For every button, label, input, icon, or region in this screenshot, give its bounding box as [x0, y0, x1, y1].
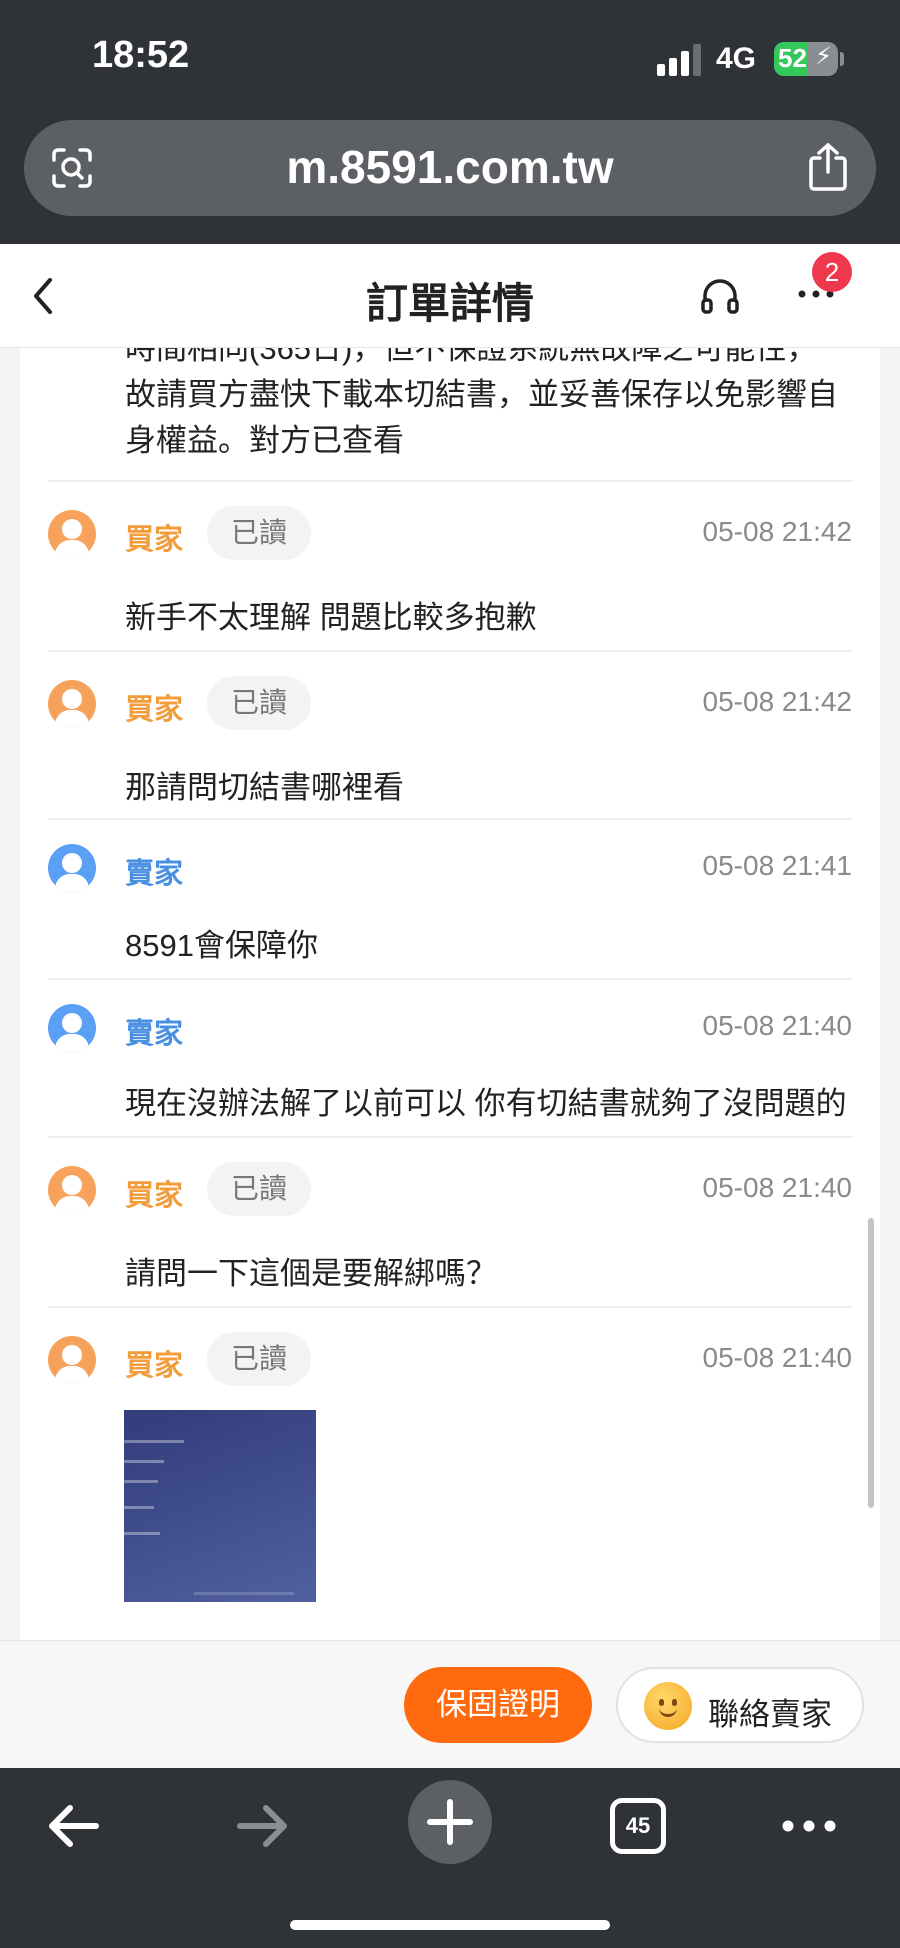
divider — [48, 480, 852, 482]
message-time: 05-08 21:42 — [702, 516, 852, 547]
signal-icon — [657, 44, 703, 76]
browser-toolbar: 45 — [0, 1768, 900, 1948]
avatar — [48, 510, 96, 558]
message-text: 那請問切結書哪裡看 — [125, 770, 404, 805]
browser-chrome: 18:52 4G 52 ⚡ m.8591.com.tw — [0, 0, 900, 244]
status-time: 18:52 — [92, 34, 190, 76]
divider — [48, 818, 852, 820]
new-tab-button[interactable] — [408, 1780, 492, 1864]
arrow-right-icon[interactable] — [232, 1796, 292, 1856]
message-time: 05-08 21:42 — [702, 686, 852, 717]
contact-seller-button[interactable]: 聯絡賣家 — [616, 1667, 864, 1743]
share-icon[interactable] — [806, 142, 850, 192]
divider — [48, 1306, 852, 1308]
message-text: 新手不太理解 問題比較多抱歉 — [125, 600, 537, 635]
plus-icon — [427, 1799, 473, 1845]
scrollbar[interactable] — [868, 1218, 874, 1508]
avatar — [48, 680, 96, 728]
status-bar: 18:52 4G 52 ⚡ — [0, 0, 900, 115]
sender-name: 買家 — [125, 1180, 184, 1212]
url-text[interactable]: m.8591.com.tw — [24, 140, 876, 194]
sender-name: 買家 — [125, 524, 184, 556]
page-title: 訂單詳情 — [365, 280, 534, 327]
message-time: 05-08 21:40 — [702, 1172, 852, 1203]
message-time: 05-08 21:40 — [702, 1342, 852, 1373]
read-badge: 已讀 — [207, 1162, 311, 1216]
warranty-button[interactable]: 保固證明 — [404, 1667, 592, 1743]
avatar — [48, 1336, 96, 1384]
sender-name: 買家 — [125, 694, 184, 726]
avatar — [48, 1166, 96, 1214]
ellipsis-icon[interactable] — [780, 1816, 838, 1836]
battery-icon: 52 ⚡ — [774, 42, 838, 76]
sender-name: 賣家 — [125, 1018, 184, 1050]
divider — [48, 978, 852, 980]
message-time: 05-08 21:40 — [702, 1010, 852, 1041]
message-list[interactable]: 時間相同(365日)，但不保證系統無故障之可能性， 故請買方盡快下載本切結書，並… — [20, 348, 880, 1640]
read-badge: 已讀 — [207, 506, 311, 560]
app-header: 訂單詳情 2 — [0, 244, 900, 348]
arrow-left-icon[interactable] — [44, 1796, 104, 1856]
tabs-icon[interactable]: 45 — [610, 1798, 666, 1854]
message-text: 現在沒辦法解了以前可以 你有切結書就夠了沒問題的 — [125, 1086, 847, 1121]
battery-level: 52 — [778, 43, 807, 73]
read-badge: 已讀 — [207, 676, 311, 730]
headset-icon[interactable] — [698, 274, 742, 318]
image-attachment[interactable] — [124, 1410, 316, 1602]
home-indicator — [290, 1920, 610, 1930]
action-bar: 保固證明 聯絡賣家 — [0, 1640, 900, 1768]
message-text: 請問一下這個是要解綁嗎？ — [125, 1256, 497, 1291]
divider — [48, 1136, 852, 1138]
message-text: 8591會保障你 — [125, 928, 318, 963]
contact-seller-label: 聯絡賣家 — [708, 1697, 832, 1732]
smiley-icon — [644, 1682, 692, 1730]
read-badge: 已讀 — [207, 1332, 311, 1386]
notification-badge: 2 — [812, 252, 852, 292]
avatar — [48, 844, 96, 892]
message-time: 05-08 21:41 — [702, 850, 852, 881]
avatar — [48, 1004, 96, 1052]
sender-name: 買家 — [125, 1350, 184, 1382]
divider — [48, 650, 852, 652]
address-bar[interactable]: m.8591.com.tw — [24, 120, 876, 216]
network-type: 4G — [716, 42, 757, 75]
sender-name: 賣家 — [125, 858, 184, 890]
system-message: 時間相同(365日)，但不保證系統無故障之可能性， 故請買方盡快下載本切結書，並… — [125, 348, 838, 458]
